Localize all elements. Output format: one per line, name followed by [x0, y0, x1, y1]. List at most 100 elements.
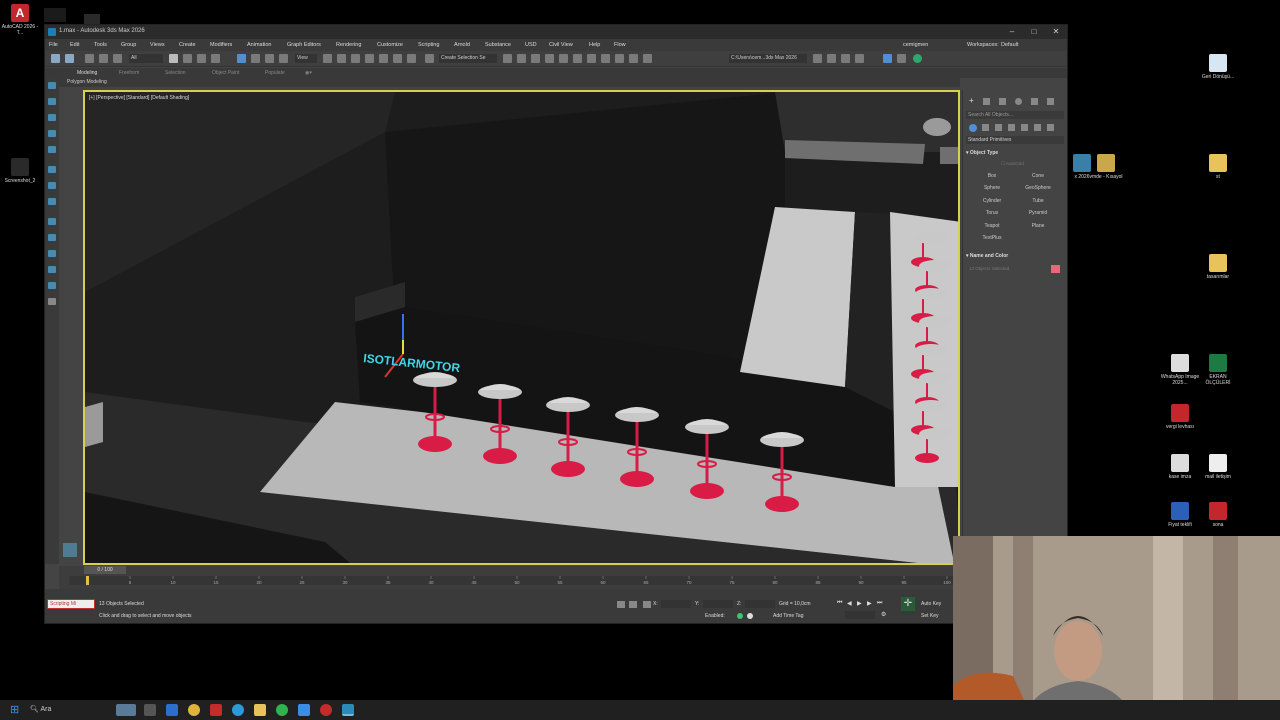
freeze-icon[interactable] [48, 234, 56, 241]
perspective-viewport[interactable]: [+] [Perspective] [Standard] [Default Sh… [83, 90, 960, 565]
window-crossing-icon[interactable] [211, 54, 220, 63]
menu-create[interactable]: Create [179, 42, 196, 48]
ribbon-tab-object-paint[interactable]: Object Paint [212, 70, 239, 76]
tube-button[interactable]: Tube [1015, 196, 1061, 206]
isolate-selection-icon[interactable] [617, 601, 625, 608]
motion-tool-icon[interactable] [48, 130, 56, 137]
helpers-icon[interactable] [1021, 124, 1028, 131]
toggle-ribbon-icon[interactable] [559, 54, 568, 63]
rect-selection-icon[interactable] [197, 54, 206, 63]
autogrid-checkbox[interactable]: ☐ AutoGrid [1001, 161, 1024, 167]
menu-help[interactable]: Help [589, 42, 600, 48]
lights-icon[interactable] [995, 124, 1002, 131]
scale-icon[interactable] [265, 54, 274, 63]
stool-base[interactable] [690, 483, 724, 499]
stool-seat[interactable] [915, 288, 947, 300]
menu-group[interactable]: Group [121, 42, 136, 48]
ribbon-subtab-polygon-modeling[interactable]: Polygon Modeling [67, 79, 107, 85]
modify-tool-icon[interactable] [48, 98, 56, 105]
hierarchy-tool-icon[interactable] [48, 114, 56, 121]
hide-icon[interactable] [48, 218, 56, 225]
cone-button[interactable]: Cone [1015, 171, 1061, 181]
y-coordinate-field[interactable] [703, 600, 733, 608]
desktop-icon-vergi-levhasi[interactable]: vergi levhası [1160, 404, 1200, 430]
textplus-button[interactable]: TextPlus [969, 233, 1015, 243]
sphere-button[interactable]: Sphere [969, 183, 1015, 193]
select-by-name-icon[interactable] [183, 54, 192, 63]
go-to-start-icon[interactable]: ⏮ [837, 600, 842, 607]
unlink-icon[interactable] [99, 54, 108, 63]
menu-flow[interactable]: Flow [614, 42, 626, 48]
select-object-icon[interactable] [169, 54, 178, 63]
ribbon-tab-selection[interactable]: Selection [165, 70, 186, 76]
utilities-tab-icon[interactable] [1047, 98, 1054, 105]
desktop-icon-tasarimlar[interactable]: tasarımlar [1198, 254, 1238, 280]
project-path-field[interactable]: C:\Users\cem...3ds Max 2026 [729, 54, 807, 63]
spotify-icon[interactable] [276, 704, 288, 716]
utility-tool-icon[interactable] [48, 166, 56, 173]
desktop-icon-screenshot[interactable]: Screenshot_2 [0, 158, 40, 184]
settings-icon[interactable] [897, 54, 906, 63]
pivot-icon[interactable] [323, 54, 332, 63]
3dsmax-taskbar-icon[interactable] [342, 704, 354, 716]
desktop-icon-mail-iletisim[interactable]: mail iletişim [1198, 454, 1238, 480]
bind-icon[interactable] [113, 54, 122, 63]
space-warps-icon[interactable] [1034, 124, 1041, 131]
render-icon[interactable] [855, 54, 864, 63]
menu-usd[interactable]: USD [525, 42, 537, 48]
cylinder-button[interactable]: Cylinder [969, 196, 1015, 206]
mail-app-icon[interactable] [166, 704, 178, 716]
desktop-icon-whatsapp-image[interactable]: WhatsApp Image 2025... [1160, 354, 1200, 386]
telegram-icon[interactable] [298, 704, 310, 716]
layer-icon[interactable] [48, 198, 56, 205]
stool-base[interactable] [551, 461, 585, 477]
schematic-view-icon[interactable] [587, 54, 596, 63]
next-frame-icon[interactable]: ▶ [867, 600, 872, 607]
edge-icon[interactable] [232, 704, 244, 716]
geometry-icon[interactable] [969, 124, 977, 132]
desktop-icon-sona[interactable]: sona [1198, 502, 1238, 528]
viewport-label[interactable]: [+] [Perspective] [Standard] [Default Sh… [89, 95, 189, 101]
render-production-icon[interactable] [643, 54, 652, 63]
workspace-value[interactable]: Default [1001, 42, 1018, 48]
set-key-button[interactable]: Set Key [921, 613, 939, 619]
desktop-icon-recycle-bin[interactable]: Geri Dönüşü... [1198, 54, 1238, 80]
redo-icon[interactable] [65, 54, 74, 63]
spinner-snap-icon[interactable] [407, 54, 416, 63]
user-name[interactable]: cemigmen [903, 42, 928, 48]
widgets-icon[interactable] [116, 704, 136, 716]
shapes-icon[interactable] [982, 124, 989, 131]
navigation-icon[interactable]: ✛ [901, 597, 915, 611]
stool-base[interactable] [765, 496, 799, 512]
create-tab-icon[interactable]: + [969, 96, 974, 105]
stool-seat[interactable] [915, 232, 947, 244]
stool-seat[interactable] [919, 428, 951, 440]
time-slider-marker[interactable] [86, 576, 89, 585]
grid-icon[interactable] [48, 298, 56, 305]
desktop-icon-vmde[interactable]: vmde - Kısayol [1086, 154, 1126, 180]
stool-base[interactable] [620, 471, 654, 487]
motion-tab-icon[interactable] [1015, 98, 1022, 105]
modify-tab-icon[interactable] [983, 98, 990, 105]
light-icon[interactable] [48, 266, 56, 273]
isolate-icon[interactable] [48, 250, 56, 257]
stool-base[interactable] [418, 436, 452, 452]
ribbon-tab-populate[interactable]: Populate [265, 70, 285, 76]
edit-named-selection-icon[interactable] [425, 54, 434, 63]
viewport-nav-icon[interactable] [63, 543, 77, 557]
mirror-icon[interactable] [503, 54, 512, 63]
open-icon[interactable] [827, 54, 836, 63]
timeline-track[interactable]: 0510152025303540455055606570758085909510… [69, 576, 959, 585]
stool-base[interactable] [483, 448, 517, 464]
task-view-icon[interactable] [144, 704, 156, 716]
object-color-swatch[interactable] [1051, 265, 1060, 273]
torus-button[interactable]: Torus [969, 208, 1015, 218]
keyboard-shortcut-icon[interactable] [351, 54, 360, 63]
selection-set-dropdown[interactable]: Create Selection Se [439, 54, 497, 63]
x-coordinate-field[interactable] [661, 600, 691, 608]
chrome-icon[interactable] [188, 704, 200, 716]
opera-icon[interactable] [210, 704, 222, 716]
rendered-frame-window-icon[interactable] [629, 54, 638, 63]
current-frame-field[interactable] [845, 611, 875, 619]
save-icon[interactable] [841, 54, 850, 63]
